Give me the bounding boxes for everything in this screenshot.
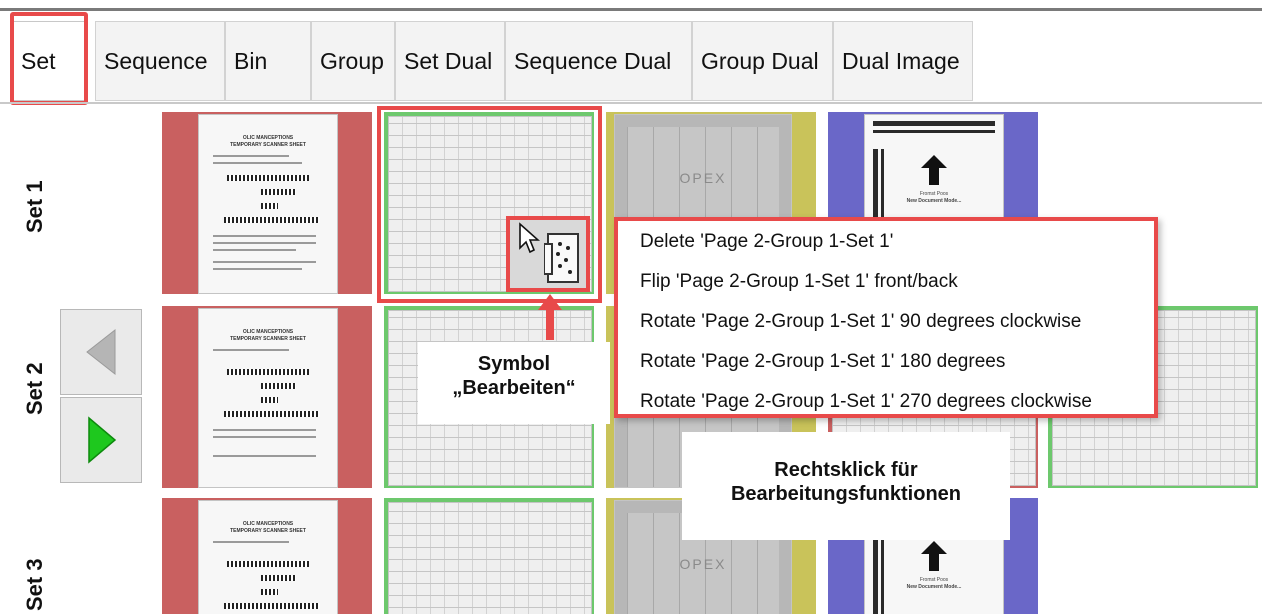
row-label-set-2: Set 2 (22, 362, 47, 415)
text-line (212, 235, 317, 237)
text-line (212, 261, 317, 263)
text-line (212, 349, 289, 351)
tab-sequence-dual[interactable]: Sequence Dual (505, 21, 692, 101)
thumbnail-set2-page1[interactable]: OLIC MANCEPTIONS TEMPORARY SCANNER SHEET (162, 306, 372, 488)
active-tab-highlight (10, 12, 88, 105)
barcode (261, 189, 296, 195)
next-button[interactable] (60, 397, 142, 483)
stripe (881, 535, 884, 614)
text-line (212, 242, 317, 244)
barcode (223, 217, 321, 223)
tab-label: Group (320, 47, 384, 74)
tab-label: Bin (234, 47, 268, 74)
menu-item-rotate-270[interactable]: Rotate 'Page 2-Group 1-Set 1' 270 degree… (640, 391, 1092, 413)
tab-divider (0, 102, 1262, 104)
menu-item-delete[interactable]: Delete 'Page 2-Group 1-Set 1' (640, 231, 893, 253)
context-menu: Delete 'Page 2-Group 1-Set 1' Flip 'Page… (614, 217, 1158, 418)
text-line (212, 249, 296, 251)
opex-label: OPEX (679, 170, 727, 186)
cover-text: Fromst Poos (919, 191, 949, 197)
callout-arrow-icon (538, 294, 562, 340)
stripe (873, 130, 995, 133)
callout-text: Bearbeitungsfunktionen (730, 483, 961, 505)
form-subtitle: TEMPORARY SCANNER SHEET (230, 528, 306, 534)
cover-text: New Document Mode... (906, 584, 962, 590)
tab-label: Group Dual (701, 47, 819, 74)
callout-text: Symbol (477, 353, 551, 375)
barcode (223, 411, 321, 417)
thumbnail-set3-page1[interactable]: OLIC MANCEPTIONS TEMPORARY SCANNER SHEET (162, 498, 372, 614)
menu-item-rotate-180[interactable]: Rotate 'Page 2-Group 1-Set 1' 180 degree… (640, 351, 1005, 373)
thumbnail-set1-page1[interactable]: OLIC MANCEPTIONS TEMPORARY SCANNER SHEET (162, 112, 372, 294)
text-line (212, 436, 317, 438)
barcode (261, 397, 278, 403)
form-subtitle: TEMPORARY SCANNER SHEET (230, 336, 306, 342)
cover-text: New Document Mode... (906, 198, 962, 204)
stripe (873, 121, 995, 126)
edit-symbol-highlight[interactable] (506, 216, 590, 292)
row-label-set-1: Set 1 (22, 180, 47, 233)
callout-text: „Bearbeiten“ (452, 377, 576, 399)
form-title: OLIC MANCEPTIONS (242, 521, 294, 527)
tab-sequence[interactable]: Sequence (95, 21, 225, 101)
barcode (261, 203, 278, 209)
tab-bin[interactable]: Bin (225, 21, 311, 101)
text-line (212, 268, 303, 270)
tab-set-dual[interactable]: Set Dual (395, 21, 505, 101)
window-top-border (0, 8, 1262, 11)
edit-symbol-callout: Symbol „Bearbeiten“ (418, 342, 610, 424)
barcode (261, 575, 296, 581)
barcode (226, 561, 310, 567)
barcode (226, 175, 310, 181)
text-line (212, 162, 303, 164)
callout-text: Rechtsklick für (774, 459, 918, 481)
barcode (226, 369, 310, 375)
previous-button[interactable] (60, 309, 142, 395)
form-title: OLIC MANCEPTIONS (242, 329, 294, 335)
edit-document-icon (544, 233, 579, 283)
document-page: OLIC MANCEPTIONS TEMPORARY SCANNER SHEET (198, 114, 338, 294)
up-arrow-icon (921, 541, 947, 571)
triangle-right-icon (88, 416, 117, 464)
barcode (261, 589, 278, 595)
tab-label: Sequence Dual (514, 47, 672, 74)
menu-item-rotate-90[interactable]: Rotate 'Page 2-Group 1-Set 1' 90 degrees… (640, 311, 1081, 333)
opex-label: OPEX (679, 556, 727, 572)
text-line (212, 541, 289, 543)
cover-text: Fromst Poos (919, 577, 949, 583)
form-subtitle: TEMPORARY SCANNER SHEET (230, 142, 306, 148)
text-line (212, 429, 317, 431)
triangle-left-icon (86, 328, 116, 376)
row-label-set-3: Set 3 (22, 558, 47, 611)
tab-label: Dual Image (842, 47, 960, 74)
tab-label: Sequence (104, 47, 208, 74)
up-arrow-icon (921, 155, 947, 185)
text-line (212, 455, 317, 457)
thumbnail-set3-page2[interactable] (384, 498, 594, 614)
tab-label: Set Dual (404, 47, 493, 74)
right-click-callout: Rechtsklick für Bearbeitungsfunktionen (682, 432, 1010, 540)
tab-group-dual[interactable]: Group Dual (692, 21, 833, 101)
text-line (212, 155, 289, 157)
tab-group[interactable]: Group (311, 21, 395, 101)
document-page (388, 502, 592, 614)
menu-item-flip[interactable]: Flip 'Page 2-Group 1-Set 1' front/back (640, 271, 958, 293)
tab-dual-image[interactable]: Dual Image (833, 21, 973, 101)
form-title: OLIC MANCEPTIONS (242, 135, 294, 141)
barcode (223, 603, 321, 609)
document-page: OLIC MANCEPTIONS TEMPORARY SCANNER SHEET (198, 500, 338, 614)
document-page: OLIC MANCEPTIONS TEMPORARY SCANNER SHEET (198, 308, 338, 488)
stripe (873, 535, 878, 614)
mouse-pointer-icon (519, 222, 540, 254)
barcode (261, 383, 296, 389)
